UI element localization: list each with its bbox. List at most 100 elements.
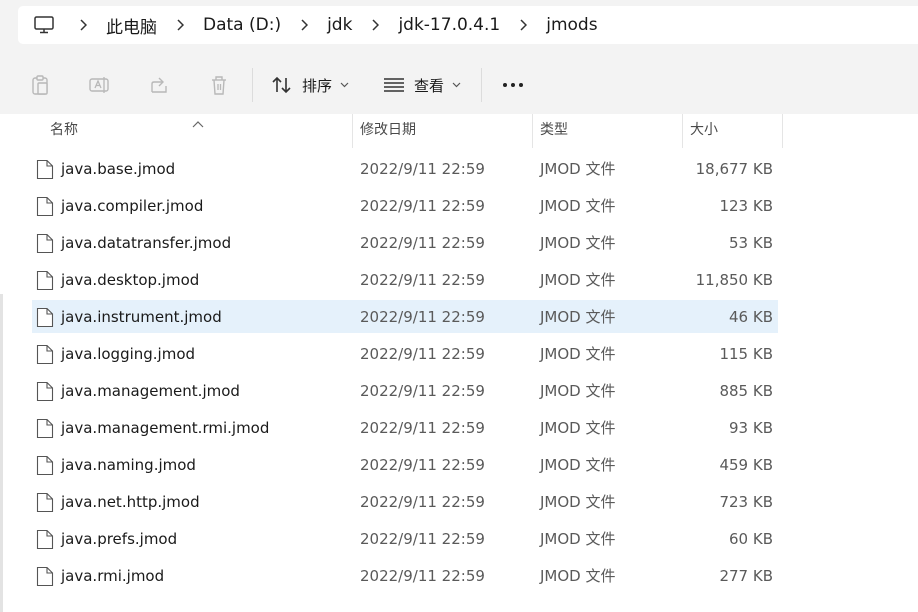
column-divider[interactable] — [782, 114, 783, 148]
file-size: 93 KB — [729, 419, 773, 437]
file-icon — [36, 418, 54, 439]
chevron-right-icon[interactable] — [173, 19, 187, 31]
file-row[interactable]: java.management.jmod 2022/9/11 22:59 JMO… — [0, 373, 918, 410]
file-type: JMOD 文件 — [540, 530, 616, 548]
file-row[interactable]: java.instrument.jmod 2022/9/11 22:59 JMO… — [0, 299, 918, 336]
file-size: 46 KB — [729, 308, 773, 326]
file-icon — [36, 566, 54, 587]
file-icon — [36, 196, 54, 217]
sort-ascending-icon — [192, 114, 204, 133]
file-modified-date: 2022/9/11 22:59 — [360, 419, 485, 437]
file-modified-date: 2022/9/11 22:59 — [360, 456, 485, 474]
file-type: JMOD 文件 — [540, 160, 616, 178]
file-type: JMOD 文件 — [540, 345, 616, 363]
file-modified-date: 2022/9/11 22:59 — [360, 160, 485, 178]
breadcrumb-item[interactable]: jdk — [321, 15, 358, 35]
file-row[interactable]: java.datatransfer.jmod 2022/9/11 22:59 J… — [0, 225, 918, 262]
file-row[interactable]: java.base.jmod 2022/9/11 22:59 JMOD 文件 1… — [0, 151, 918, 188]
column-header-size[interactable]: 大小 — [690, 114, 718, 148]
file-modified-date: 2022/9/11 22:59 — [360, 345, 485, 363]
file-icon — [36, 344, 54, 365]
view-list-icon — [383, 77, 405, 93]
file-modified-date: 2022/9/11 22:59 — [360, 308, 485, 326]
paste-icon[interactable] — [28, 73, 52, 97]
column-divider[interactable] — [532, 114, 533, 148]
file-icon — [36, 307, 54, 328]
chevron-right-icon[interactable] — [76, 19, 90, 31]
file-row[interactable]: java.rmi.jmod 2022/9/11 22:59 JMOD 文件 27… — [0, 558, 918, 595]
file-name: java.desktop.jmod — [61, 271, 200, 289]
toolbar-divider — [252, 68, 253, 102]
file-name: java.prefs.jmod — [61, 530, 178, 548]
file-size: 18,677 KB — [695, 160, 773, 178]
file-size: 723 KB — [719, 493, 773, 511]
file-name: java.base.jmod — [61, 160, 176, 178]
column-header-date[interactable]: 修改日期 — [360, 114, 416, 148]
file-type: JMOD 文件 — [540, 382, 616, 400]
file-name: java.naming.jmod — [61, 456, 196, 474]
file-row[interactable]: java.prefs.jmod 2022/9/11 22:59 JMOD 文件 … — [0, 521, 918, 558]
address-bar[interactable]: 此电脑 Data (D:) jdk jdk-17.0.4.1 jmods — [18, 6, 918, 44]
sort-label: 排序 — [302, 76, 333, 95]
file-type: JMOD 文件 — [540, 493, 616, 511]
file-size: 11,850 KB — [695, 271, 773, 289]
breadcrumb-item[interactable]: Data (D:) — [197, 15, 287, 35]
file-modified-date: 2022/9/11 22:59 — [360, 234, 485, 252]
file-row[interactable]: java.logging.jmod 2022/9/11 22:59 JMOD 文… — [0, 336, 918, 373]
file-size: 885 KB — [719, 382, 773, 400]
file-name: java.rmi.jmod — [61, 567, 165, 585]
file-name: java.logging.jmod — [61, 345, 196, 363]
file-icon — [36, 159, 54, 180]
chevron-right-icon[interactable] — [368, 19, 382, 31]
file-row[interactable]: java.compiler.jmod 2022/9/11 22:59 JMOD … — [0, 188, 918, 225]
share-icon[interactable] — [147, 73, 171, 97]
file-size: 60 KB — [729, 530, 773, 548]
file-type: JMOD 文件 — [540, 419, 616, 437]
rename-icon[interactable] — [87, 73, 111, 97]
file-type: JMOD 文件 — [540, 456, 616, 474]
file-row[interactable]: java.desktop.jmod 2022/9/11 22:59 JMOD 文… — [0, 262, 918, 299]
file-size: 53 KB — [729, 234, 773, 252]
chevron-right-icon[interactable] — [516, 19, 530, 31]
file-name: java.management.jmod — [61, 382, 240, 400]
column-header-type[interactable]: 类型 — [540, 114, 568, 148]
more-options-icon[interactable] — [501, 73, 525, 97]
file-icon — [36, 455, 54, 476]
breadcrumb-item[interactable]: jdk-17.0.4.1 — [392, 15, 506, 35]
breadcrumb-item-current[interactable]: jmods — [540, 15, 603, 35]
file-name: java.instrument.jmod — [61, 308, 222, 326]
sort-button[interactable]: 排序 — [265, 67, 355, 103]
command-bar: 排序 查看 — [0, 56, 918, 115]
view-label: 查看 — [414, 76, 445, 95]
file-type: JMOD 文件 — [540, 271, 616, 289]
file-row[interactable]: java.naming.jmod 2022/9/11 22:59 JMOD 文件… — [0, 447, 918, 484]
breadcrumb-item[interactable]: 此电脑 — [100, 13, 163, 38]
file-modified-date: 2022/9/11 22:59 — [360, 493, 485, 511]
view-button[interactable]: 查看 — [377, 67, 467, 103]
chevron-down-icon — [452, 82, 461, 88]
column-divider[interactable] — [682, 114, 683, 148]
chevron-right-icon[interactable] — [297, 19, 311, 31]
file-modified-date: 2022/9/11 22:59 — [360, 382, 485, 400]
file-icon — [36, 270, 54, 291]
column-header-name[interactable]: 名称 — [50, 114, 78, 148]
file-name: java.datatransfer.jmod — [61, 234, 232, 252]
delete-icon[interactable] — [207, 73, 231, 97]
file-list-pane[interactable]: 名称 修改日期 类型 大小 java.base.jmod 2022/9/11 2… — [0, 114, 918, 612]
file-modified-date: 2022/9/11 22:59 — [360, 567, 485, 585]
file-rows: java.base.jmod 2022/9/11 22:59 JMOD 文件 1… — [0, 151, 918, 595]
sort-icon — [271, 75, 293, 95]
file-name: java.compiler.jmod — [61, 197, 204, 215]
file-size: 123 KB — [719, 197, 773, 215]
file-size: 115 KB — [719, 345, 773, 363]
computer-icon[interactable] — [34, 14, 56, 36]
file-icon — [36, 381, 54, 402]
file-modified-date: 2022/9/11 22:59 — [360, 197, 485, 215]
file-name: java.net.http.jmod — [61, 493, 200, 511]
file-type: JMOD 文件 — [540, 197, 616, 215]
column-divider[interactable] — [352, 114, 353, 148]
toolbar-divider — [481, 68, 483, 102]
file-row[interactable]: java.management.rmi.jmod 2022/9/11 22:59… — [0, 410, 918, 447]
column-header-row: 名称 修改日期 类型 大小 — [0, 114, 918, 148]
file-row[interactable]: java.net.http.jmod 2022/9/11 22:59 JMOD … — [0, 484, 918, 521]
